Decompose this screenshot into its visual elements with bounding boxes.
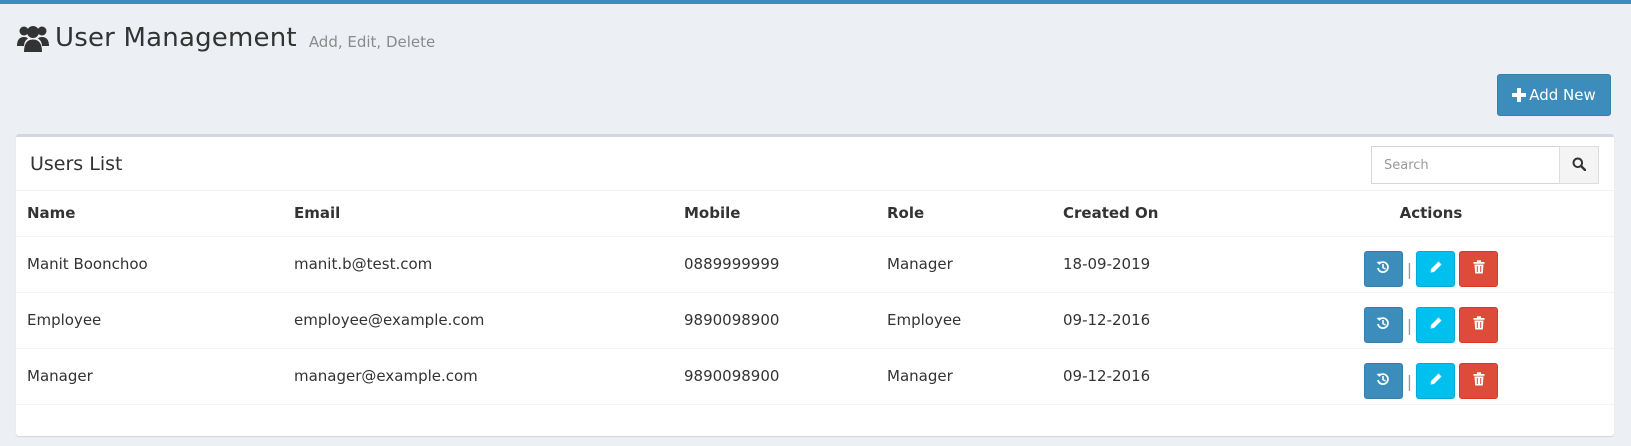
cell-mobile: 9890098900 — [673, 292, 876, 349]
table-row: Manager manager@example.com 9890098900 M… — [16, 348, 1614, 405]
trash-icon — [1473, 372, 1485, 390]
add-new-label: Add New — [1529, 86, 1596, 104]
history-button[interactable] — [1363, 363, 1403, 399]
pencil-icon — [1429, 316, 1443, 334]
cell-role: Manager — [876, 236, 1052, 293]
history-icon — [1376, 260, 1390, 278]
separator: | — [1406, 371, 1413, 391]
add-new-button[interactable]: Add New — [1497, 74, 1611, 116]
cell-role: Employee — [876, 292, 1052, 349]
table-row: Employee employee@example.com 9890098900… — [16, 292, 1614, 349]
edit-button[interactable] — [1416, 363, 1456, 399]
history-button[interactable] — [1363, 307, 1403, 343]
cell-created-on: 09-12-2016 — [1052, 292, 1248, 349]
column-header-email: Email — [283, 191, 673, 237]
cell-name: Manager — [16, 348, 283, 405]
trash-icon — [1473, 316, 1485, 334]
cell-created-on: 18-09-2019 — [1052, 236, 1248, 293]
cell-mobile: 9890098900 — [673, 348, 876, 405]
column-header-actions: Actions — [1248, 191, 1614, 237]
cell-name: Employee — [16, 292, 283, 349]
page-title: User Management — [55, 23, 297, 53]
cell-actions: | — [1248, 348, 1614, 405]
separator: | — [1406, 315, 1413, 335]
users-icon — [17, 18, 51, 58]
cell-actions: | — [1248, 236, 1614, 293]
users-list-box: Users List Name Email Mobile Role Create… — [16, 134, 1614, 436]
separator: | — [1406, 259, 1413, 279]
table-row: Manit Boonchoo manit.b@test.com 08899999… — [16, 236, 1614, 293]
history-icon — [1376, 372, 1390, 390]
column-header-name: Name — [16, 191, 283, 237]
column-header-created-on: Created On — [1052, 191, 1248, 237]
page-subtitle: Add, Edit, Delete — [308, 33, 436, 51]
top-accent-bar — [0, 0, 1631, 4]
cell-actions: | — [1248, 292, 1614, 349]
edit-button[interactable] — [1416, 307, 1456, 343]
delete-button[interactable] — [1459, 307, 1499, 343]
column-header-role: Role — [876, 191, 1052, 237]
column-header-mobile: Mobile — [673, 191, 876, 237]
history-icon — [1376, 316, 1390, 334]
search-icon — [1572, 156, 1587, 175]
cell-role: Manager — [876, 348, 1052, 405]
cell-mobile: 0889999999 — [673, 236, 876, 293]
box-header: Users List — [16, 137, 1614, 191]
search-button[interactable] — [1559, 146, 1599, 184]
cell-name: Manit Boonchoo — [16, 236, 283, 293]
delete-button[interactable] — [1459, 251, 1499, 287]
cell-email: manager@example.com — [283, 348, 673, 405]
edit-button[interactable] — [1416, 251, 1456, 287]
pencil-icon — [1429, 372, 1443, 390]
cell-email: employee@example.com — [283, 292, 673, 349]
page-header: User Management Add, Edit, Delete — [17, 18, 435, 58]
cell-email: manit.b@test.com — [283, 236, 673, 293]
users-table: Name Email Mobile Role Created On Action… — [16, 191, 1614, 405]
search-input[interactable] — [1371, 146, 1559, 184]
box-title: Users List — [30, 153, 123, 175]
plus-icon — [1512, 88, 1527, 102]
history-button[interactable] — [1363, 251, 1403, 287]
search-group — [1371, 146, 1599, 184]
cell-created-on: 09-12-2016 — [1052, 348, 1248, 405]
table-header-row: Name Email Mobile Role Created On Action… — [16, 191, 1614, 237]
pencil-icon — [1429, 260, 1443, 278]
delete-button[interactable] — [1459, 363, 1499, 399]
trash-icon — [1473, 260, 1485, 278]
